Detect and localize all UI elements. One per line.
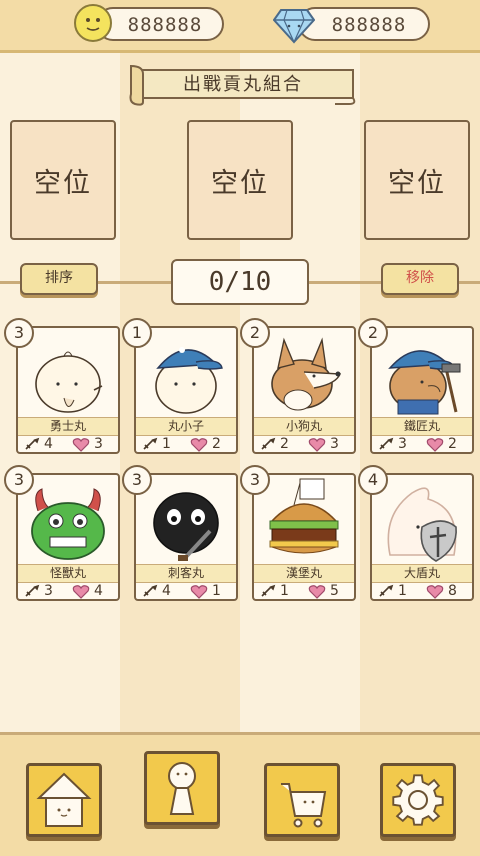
hp-value: 4 [94,583,103,599]
gem-value: 888888 [331,14,407,36]
character-stats: 23 [254,435,354,453]
sword-icon [24,437,40,456]
level-badge: 3 [240,465,270,495]
diamond-icon [273,4,315,44]
sword-icon [378,437,394,456]
remove-button[interactable]: 移除 [381,263,459,295]
gem-counter: 888888 [298,7,430,41]
character-card[interactable]: 怪獸丸 3 4 [16,473,120,601]
slot-label: 空位 [34,167,92,199]
attack-value: 2 [280,436,289,452]
heart-icon [72,585,90,604]
character-stats: 18 [372,582,472,600]
bottom-nav [0,732,480,856]
character-stats: 32 [372,435,472,453]
attack-value: 4 [162,583,171,599]
attack-value: 3 [398,436,407,452]
assassin-portrait [153,492,219,561]
character-icon [168,762,196,815]
hp-value: 2 [448,436,457,452]
dog-portrait [271,337,342,411]
lineup-count: 0/10 [171,259,309,305]
hp-value: 3 [94,436,103,452]
slot-label: 空位 [388,167,446,199]
character-name: 鐵匠丸 [372,417,472,436]
level-badge: 3 [4,465,34,495]
hp-value: 5 [330,583,339,599]
heart-icon [308,585,326,604]
level-badge: 3 [122,465,152,495]
character-stats: 15 [254,582,354,600]
smith-portrait [388,350,461,415]
character-card[interactable]: 小狗丸 2 3 [252,326,356,454]
character-name: 丸小子 [136,417,236,436]
hp-value: 8 [448,583,457,599]
character-stats: 43 [18,435,118,453]
level-badge: 3 [4,318,34,348]
level-badge: 4 [358,465,388,495]
heart-icon [308,438,326,457]
character-card[interactable]: 丸小子 1 2 [134,326,238,454]
slot-label: 空位 [211,167,269,199]
sword-icon [260,584,276,603]
character-card[interactable]: 勇士丸 4 3 [16,326,120,454]
level-badge: 1 [122,318,152,348]
settings-gear-icon [392,774,444,826]
settings-button[interactable] [380,763,456,837]
home-icon [36,772,92,827]
attack-value: 1 [398,583,407,599]
shop-cart-icon [281,783,327,828]
top-bar: 888888 888888 [0,0,480,53]
heart-icon [190,585,208,604]
coin-icon [74,4,112,42]
character-name: 大盾丸 [372,564,472,583]
level-badge: 2 [240,318,270,348]
heart-icon [426,438,444,457]
sword-icon [260,437,276,456]
attack-value: 1 [162,436,171,452]
shop-button[interactable] [264,763,340,837]
character-card[interactable]: 漢堡丸 1 5 [252,473,356,601]
home-button[interactable] [26,763,102,837]
heart-icon [190,438,208,457]
heart-icon [72,438,90,457]
character-stats: 34 [18,582,118,600]
sort-button[interactable]: 排序 [20,263,98,295]
hp-value: 3 [330,436,339,452]
lineup-slot-1[interactable]: 空位 [10,120,116,240]
character-name: 刺客丸 [136,564,236,583]
kid-portrait [155,347,223,414]
sword-icon [378,584,394,603]
lineup-title-banner: 出戰貢丸組合 [127,64,359,106]
sword-icon [142,437,158,456]
character-stats: 41 [136,582,236,600]
hp-value: 2 [212,436,221,452]
lineup-slot-3[interactable]: 空位 [364,120,470,240]
character-name: 小狗丸 [254,417,354,436]
character-name: 勇士丸 [18,417,118,436]
burger-portrait [269,478,339,554]
sword-icon [24,584,40,603]
hp-value: 1 [212,583,221,599]
sword-icon [142,584,158,603]
level-badge: 2 [358,318,388,348]
attack-value: 4 [44,436,53,452]
coin-counter: 888888 [96,7,224,41]
character-card[interactable]: 刺客丸 4 1 [134,473,238,601]
attack-value: 3 [44,583,53,599]
banner-title: 出戰貢丸組合 [183,74,303,95]
warrior-portrait [35,351,103,413]
coin-value: 888888 [127,14,203,36]
character-stats: 12 [136,435,236,453]
character-card[interactable]: 大盾丸 1 8 [370,473,474,601]
shield-portrait [387,487,457,562]
monster-portrait [31,488,105,560]
character-name: 怪獸丸 [18,564,118,583]
attack-value: 1 [280,583,289,599]
character-button[interactable] [144,751,220,825]
lineup-slot-2[interactable]: 空位 [187,120,293,240]
character-name: 漢堡丸 [254,564,354,583]
heart-icon [426,585,444,604]
character-card[interactable]: 鐵匠丸 3 2 [370,326,474,454]
